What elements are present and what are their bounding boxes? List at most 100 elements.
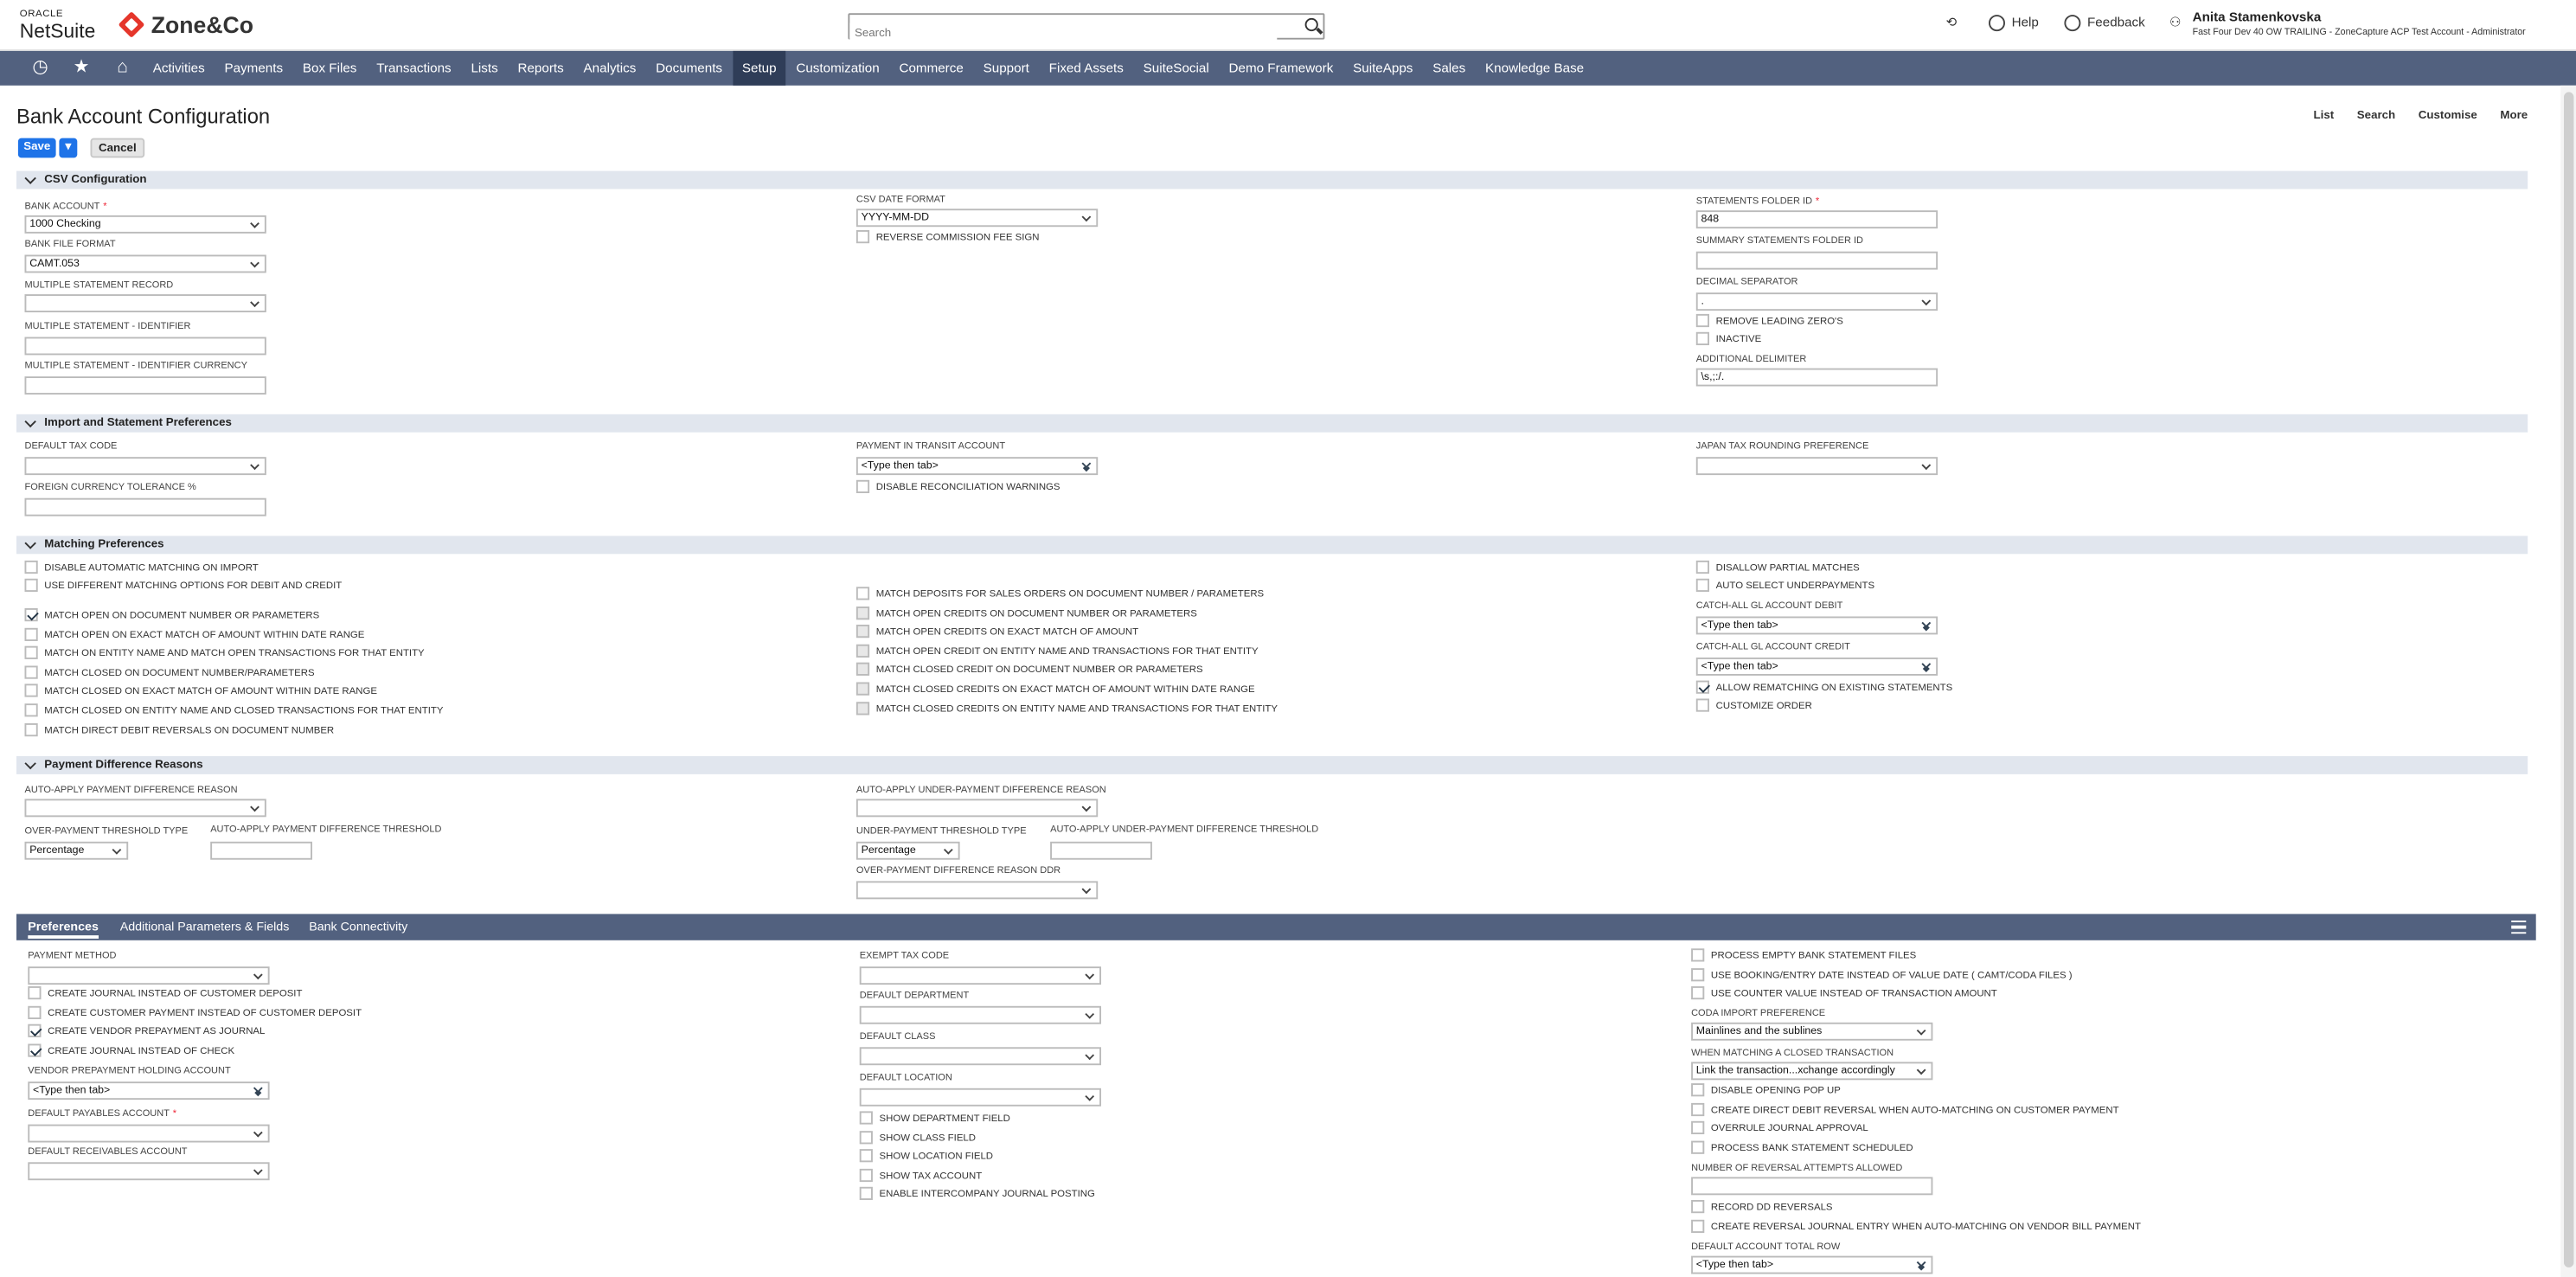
auto-threshold-input[interactable] xyxy=(210,841,312,860)
nav-customization[interactable]: Customization xyxy=(786,51,889,86)
feedback-link[interactable]: Feedback xyxy=(2064,15,2145,32)
nav-activities[interactable]: Activities xyxy=(143,51,215,86)
checkbox-box[interactable] xyxy=(855,587,870,600)
nav-suitesocial[interactable]: SuiteSocial xyxy=(1133,51,1219,86)
checkbox-box[interactable] xyxy=(28,986,42,1000)
scrollbar-thumb[interactable] xyxy=(2564,92,2574,1267)
pit-account-select[interactable]: <Type then tab> xyxy=(855,457,1099,476)
nav-commerce[interactable]: Commerce xyxy=(889,51,973,86)
nav-knowledge-base[interactable]: Knowledge Base xyxy=(1476,51,1594,86)
nav-box-files[interactable]: Box Files xyxy=(292,51,366,86)
vendor-prepay-select[interactable]: <Type then tab> xyxy=(28,1081,270,1101)
section-import-preferences[interactable]: Import and Statement Preferences xyxy=(16,414,2528,433)
checkbox-box[interactable] xyxy=(24,578,38,592)
checkbox-box[interactable] xyxy=(855,479,870,493)
checkbox-box[interactable] xyxy=(859,1149,873,1163)
csv-date-format-select[interactable]: YYYY-MM-DD xyxy=(855,209,1099,228)
checkbox-box[interactable] xyxy=(1695,578,1709,592)
bank-file-format-select[interactable]: CAMT.053 xyxy=(24,254,266,273)
def-receivables-select[interactable] xyxy=(28,1162,270,1181)
tab-additional-parameters[interactable]: Additional Parameters & Fields xyxy=(120,914,290,940)
nav-transactions[interactable]: Transactions xyxy=(367,51,461,86)
checkbox-box[interactable] xyxy=(1695,331,1709,345)
nav-analytics[interactable]: Analytics xyxy=(574,51,646,86)
section-payment-difference[interactable]: Payment Difference Reasons xyxy=(16,756,2528,774)
nav-lists[interactable]: Lists xyxy=(461,51,508,86)
list-link[interactable]: List xyxy=(2314,110,2335,121)
global-search[interactable] xyxy=(848,13,1325,46)
coda-pref-select[interactable]: Mainlines and the sublines xyxy=(1691,1022,1933,1041)
checkbox-box[interactable] xyxy=(1691,986,1705,1000)
search-icon[interactable] xyxy=(1304,17,1318,32)
def-class-select[interactable] xyxy=(859,1047,1101,1066)
netsuite-logo[interactable]: ORACLE NetSuite xyxy=(20,10,95,41)
checkbox-box[interactable] xyxy=(24,645,38,659)
star-icon[interactable]: ★ xyxy=(61,51,102,86)
checkbox-box[interactable] xyxy=(859,1168,873,1182)
customise-link[interactable]: Customise xyxy=(2419,110,2477,121)
checkbox-box[interactable] xyxy=(24,683,38,697)
save-dropdown-button[interactable]: ▾ xyxy=(59,138,78,158)
checkbox-box[interactable] xyxy=(859,1187,873,1201)
checkbox-box[interactable] xyxy=(24,703,38,717)
nav-fixed-assets[interactable]: Fixed Assets xyxy=(1039,51,1133,86)
checkbox-box[interactable] xyxy=(1691,1102,1705,1116)
exempt-tax-select[interactable] xyxy=(859,966,1101,985)
checkbox-box[interactable] xyxy=(855,606,870,619)
recent-icon[interactable]: ◷ xyxy=(20,51,61,86)
def-dept-select[interactable] xyxy=(859,1005,1101,1024)
japan-tax-select[interactable] xyxy=(1695,457,1938,476)
checkbox-box[interactable] xyxy=(1691,948,1705,962)
checkbox-box[interactable] xyxy=(28,1005,42,1019)
more-link[interactable]: More xyxy=(2500,110,2528,121)
summary-folder-input[interactable] xyxy=(1695,251,1938,270)
reversal-attempts-input[interactable] xyxy=(1691,1177,1933,1196)
checkbox-box[interactable] xyxy=(1691,1140,1705,1154)
closed-tx-select[interactable]: Link the transaction...xchange according… xyxy=(1691,1062,1933,1081)
nav-setup[interactable]: Setup xyxy=(732,50,786,86)
over-ddr-select[interactable] xyxy=(855,881,1099,900)
fx-tolerance-input[interactable] xyxy=(24,497,266,517)
default-tax-code-select[interactable] xyxy=(24,457,266,476)
nav-demo-framework[interactable]: Demo Framework xyxy=(1219,51,1343,86)
checkbox-box[interactable] xyxy=(24,560,38,574)
catch-credit-select[interactable]: <Type then tab> xyxy=(1695,658,1938,676)
def-loc-select[interactable] xyxy=(859,1088,1101,1107)
checkbox-box[interactable] xyxy=(24,665,38,679)
nav-documents[interactable]: Documents xyxy=(646,51,733,86)
catch-debit-select[interactable]: <Type then tab> xyxy=(1695,616,1938,635)
checkbox-box[interactable] xyxy=(1691,1083,1705,1097)
help-link[interactable]: Help xyxy=(1989,15,2039,32)
def-payables-select[interactable] xyxy=(28,1124,270,1143)
checkbox-box[interactable] xyxy=(1691,1200,1705,1214)
checkbox-box[interactable] xyxy=(1691,1121,1705,1135)
checkbox-box[interactable] xyxy=(1691,967,1705,981)
home-icon[interactable]: ⌂ xyxy=(102,51,144,86)
checkbox-box[interactable] xyxy=(1695,313,1709,328)
recent-records-icon[interactable]: ⟲ xyxy=(1946,15,1958,29)
cancel-button[interactable]: Cancel xyxy=(90,138,145,158)
nav-support[interactable]: Support xyxy=(973,51,1039,86)
checkbox-box[interactable] xyxy=(28,1024,42,1038)
bank-account-select[interactable]: 1000 Checking xyxy=(24,215,266,234)
checkbox-box[interactable] xyxy=(855,701,870,715)
checkbox-box[interactable] xyxy=(1691,1219,1705,1233)
checkbox-box[interactable] xyxy=(1695,680,1709,694)
auto-under-threshold-input[interactable] xyxy=(1050,841,1152,860)
nav-reports[interactable]: Reports xyxy=(508,51,574,86)
tab-preferences[interactable]: Preferences xyxy=(28,914,99,939)
save-button[interactable]: Save xyxy=(17,138,56,158)
auto-apply-reason-select[interactable] xyxy=(24,799,266,818)
checkbox-box[interactable] xyxy=(855,644,870,658)
checkbox-box[interactable] xyxy=(855,625,870,638)
multiple-statement-record-select[interactable] xyxy=(24,294,266,312)
checkbox-box[interactable] xyxy=(1695,698,1709,712)
checkbox-box[interactable] xyxy=(855,663,870,677)
checkbox-box[interactable] xyxy=(24,723,38,737)
additional-delimiter-input[interactable]: \s,;:/. xyxy=(1695,368,1938,387)
nav-sales[interactable]: Sales xyxy=(1423,51,1476,86)
auto-under-reason-select[interactable] xyxy=(855,799,1099,818)
search-link[interactable]: Search xyxy=(2357,110,2395,121)
decimal-separator-select[interactable]: . xyxy=(1695,292,1938,311)
under-type-select[interactable]: Percentage xyxy=(855,841,960,860)
